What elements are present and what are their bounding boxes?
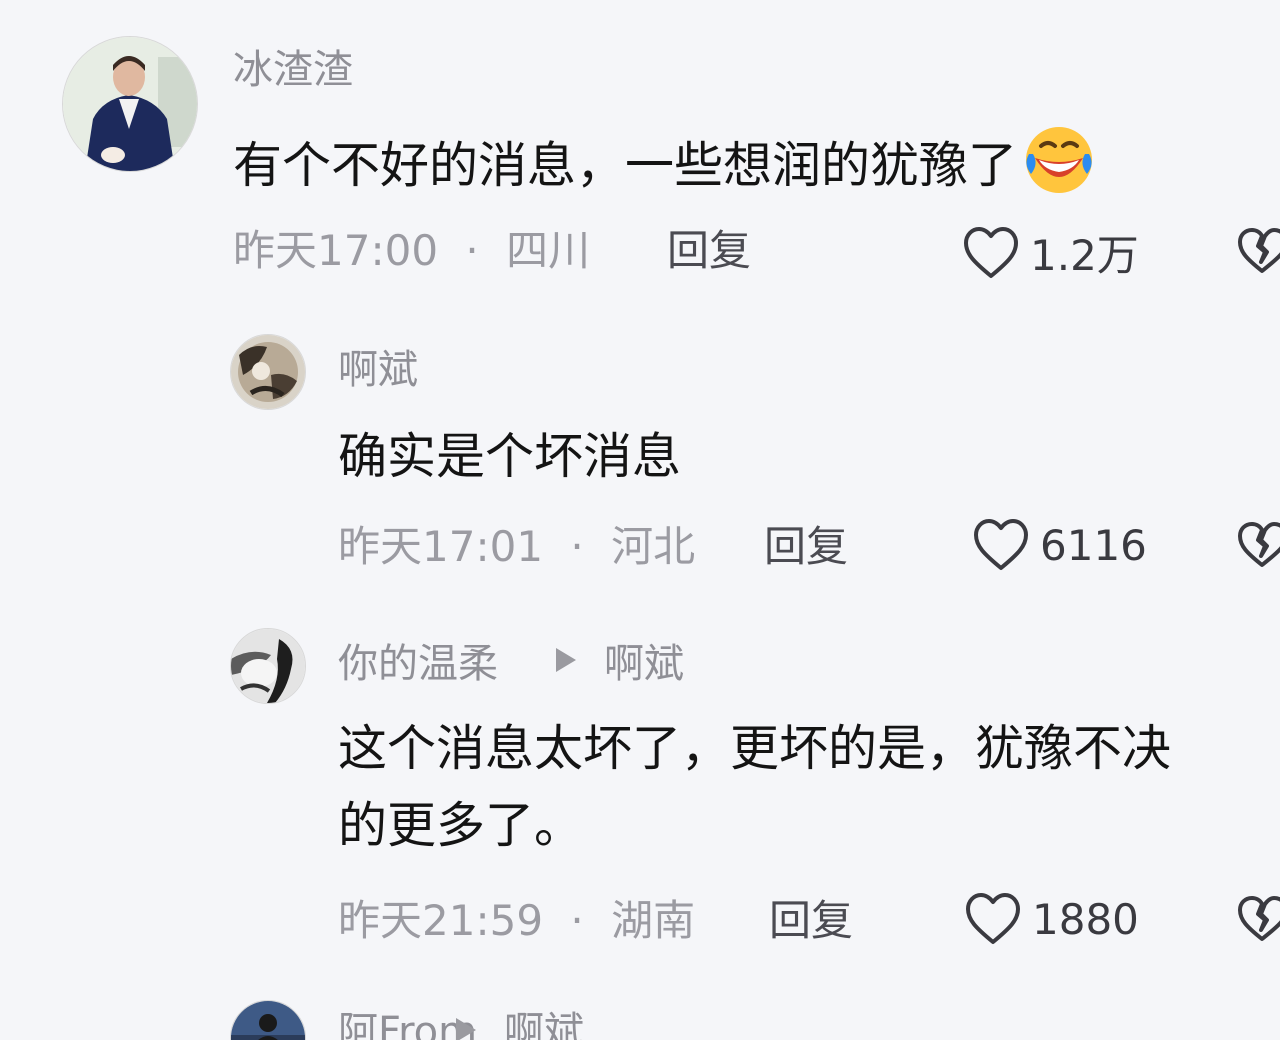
- avatar-photo: [231, 629, 305, 703]
- avatar[interactable]: [230, 1000, 306, 1040]
- meta-separator: ·: [570, 522, 584, 571]
- dislike-button[interactable]: [1237, 226, 1280, 276]
- comment-location: 河北: [611, 522, 696, 571]
- like-count: 6116: [1040, 520, 1147, 570]
- username[interactable]: 你的温柔: [338, 644, 498, 684]
- reply-button[interactable]: 回复: [769, 900, 853, 942]
- comment-text: 确实是个坏消息: [338, 428, 682, 485]
- heart-outline-icon: [966, 893, 1020, 944]
- reply-item: 阿From 啊斌: [0, 990, 1280, 1040]
- comment-meta: 昨天17:00 · 四川: [233, 230, 590, 272]
- heart-outline-icon: [964, 226, 1018, 278]
- comment-text: 有个不好的消息，一些想润的犹豫了: [233, 120, 1097, 204]
- comment-text: 这个消息太坏了，更坏的是，犹豫不决 的更多了。: [338, 710, 1171, 865]
- comment-text-line: 这个消息太坏了，更坏的是，犹豫不决: [338, 720, 1172, 777]
- laughing-crying-face-icon: [1021, 120, 1097, 196]
- dislike-button[interactable]: [1237, 520, 1280, 570]
- avatar-photo: [63, 37, 197, 171]
- avatar-photo: [231, 335, 305, 409]
- comment-time: 昨天21:59: [338, 896, 544, 945]
- like-count: 1.2万: [1030, 231, 1139, 280]
- reply-to-username[interactable]: 啊斌: [504, 1012, 584, 1040]
- like-button[interactable]: 1.2万: [962, 222, 1139, 283]
- comment-time: 昨天17:01: [338, 522, 544, 571]
- play-triangle-icon: [556, 648, 576, 672]
- play-triangle-icon: [456, 1018, 476, 1040]
- comment-location: 四川: [506, 226, 591, 275]
- like-button[interactable]: 6116: [972, 518, 1147, 572]
- reply-to-username[interactable]: 啊斌: [604, 644, 684, 684]
- avatar-photo: [231, 1001, 305, 1040]
- comment-text-content: 有个不好的消息，一些想润的犹豫了: [233, 137, 1018, 194]
- avatar[interactable]: [230, 334, 306, 410]
- comment-time: 昨天17:00: [233, 226, 439, 275]
- broken-heart-icon: [1238, 522, 1280, 567]
- reply-item: 你的温柔 啊斌 这个消息太坏了，更坏的是，犹豫不决 的更多了。 昨天21:59 …: [0, 600, 1280, 990]
- broken-heart-icon: [1238, 228, 1280, 273]
- broken-heart-icon: [1238, 896, 1280, 941]
- comment-page: 冰渣渣 有个不好的消息，一些想润的犹豫了 昨天17:00 · 四川 回复 1.2…: [0, 0, 1280, 1040]
- comment-location: 湖南: [611, 896, 696, 945]
- like-button[interactable]: 1880: [964, 892, 1139, 946]
- avatar[interactable]: [230, 628, 306, 704]
- comment-text-line: 的更多了。: [338, 797, 584, 855]
- comment-meta: 昨天21:59 · 湖南: [338, 900, 695, 942]
- username[interactable]: 冰渣渣: [233, 50, 353, 90]
- like-count: 1880: [1032, 894, 1139, 944]
- reply-button[interactable]: 回复: [667, 230, 751, 272]
- reply-button[interactable]: 回复: [764, 526, 848, 568]
- meta-separator: ·: [570, 896, 584, 945]
- heart-outline-icon: [974, 519, 1028, 570]
- reply-item: 啊斌 确实是个坏消息 昨天17:01 · 河北 回复 6116: [0, 300, 1280, 600]
- comment-meta: 昨天17:01 · 河北: [338, 526, 695, 568]
- avatar[interactable]: [62, 36, 198, 172]
- comment-item: 冰渣渣 有个不好的消息，一些想润的犹豫了 昨天17:00 · 四川 回复 1.2…: [0, 0, 1280, 300]
- dislike-button[interactable]: [1237, 894, 1280, 944]
- meta-separator: ·: [465, 226, 479, 275]
- username[interactable]: 啊斌: [338, 350, 418, 390]
